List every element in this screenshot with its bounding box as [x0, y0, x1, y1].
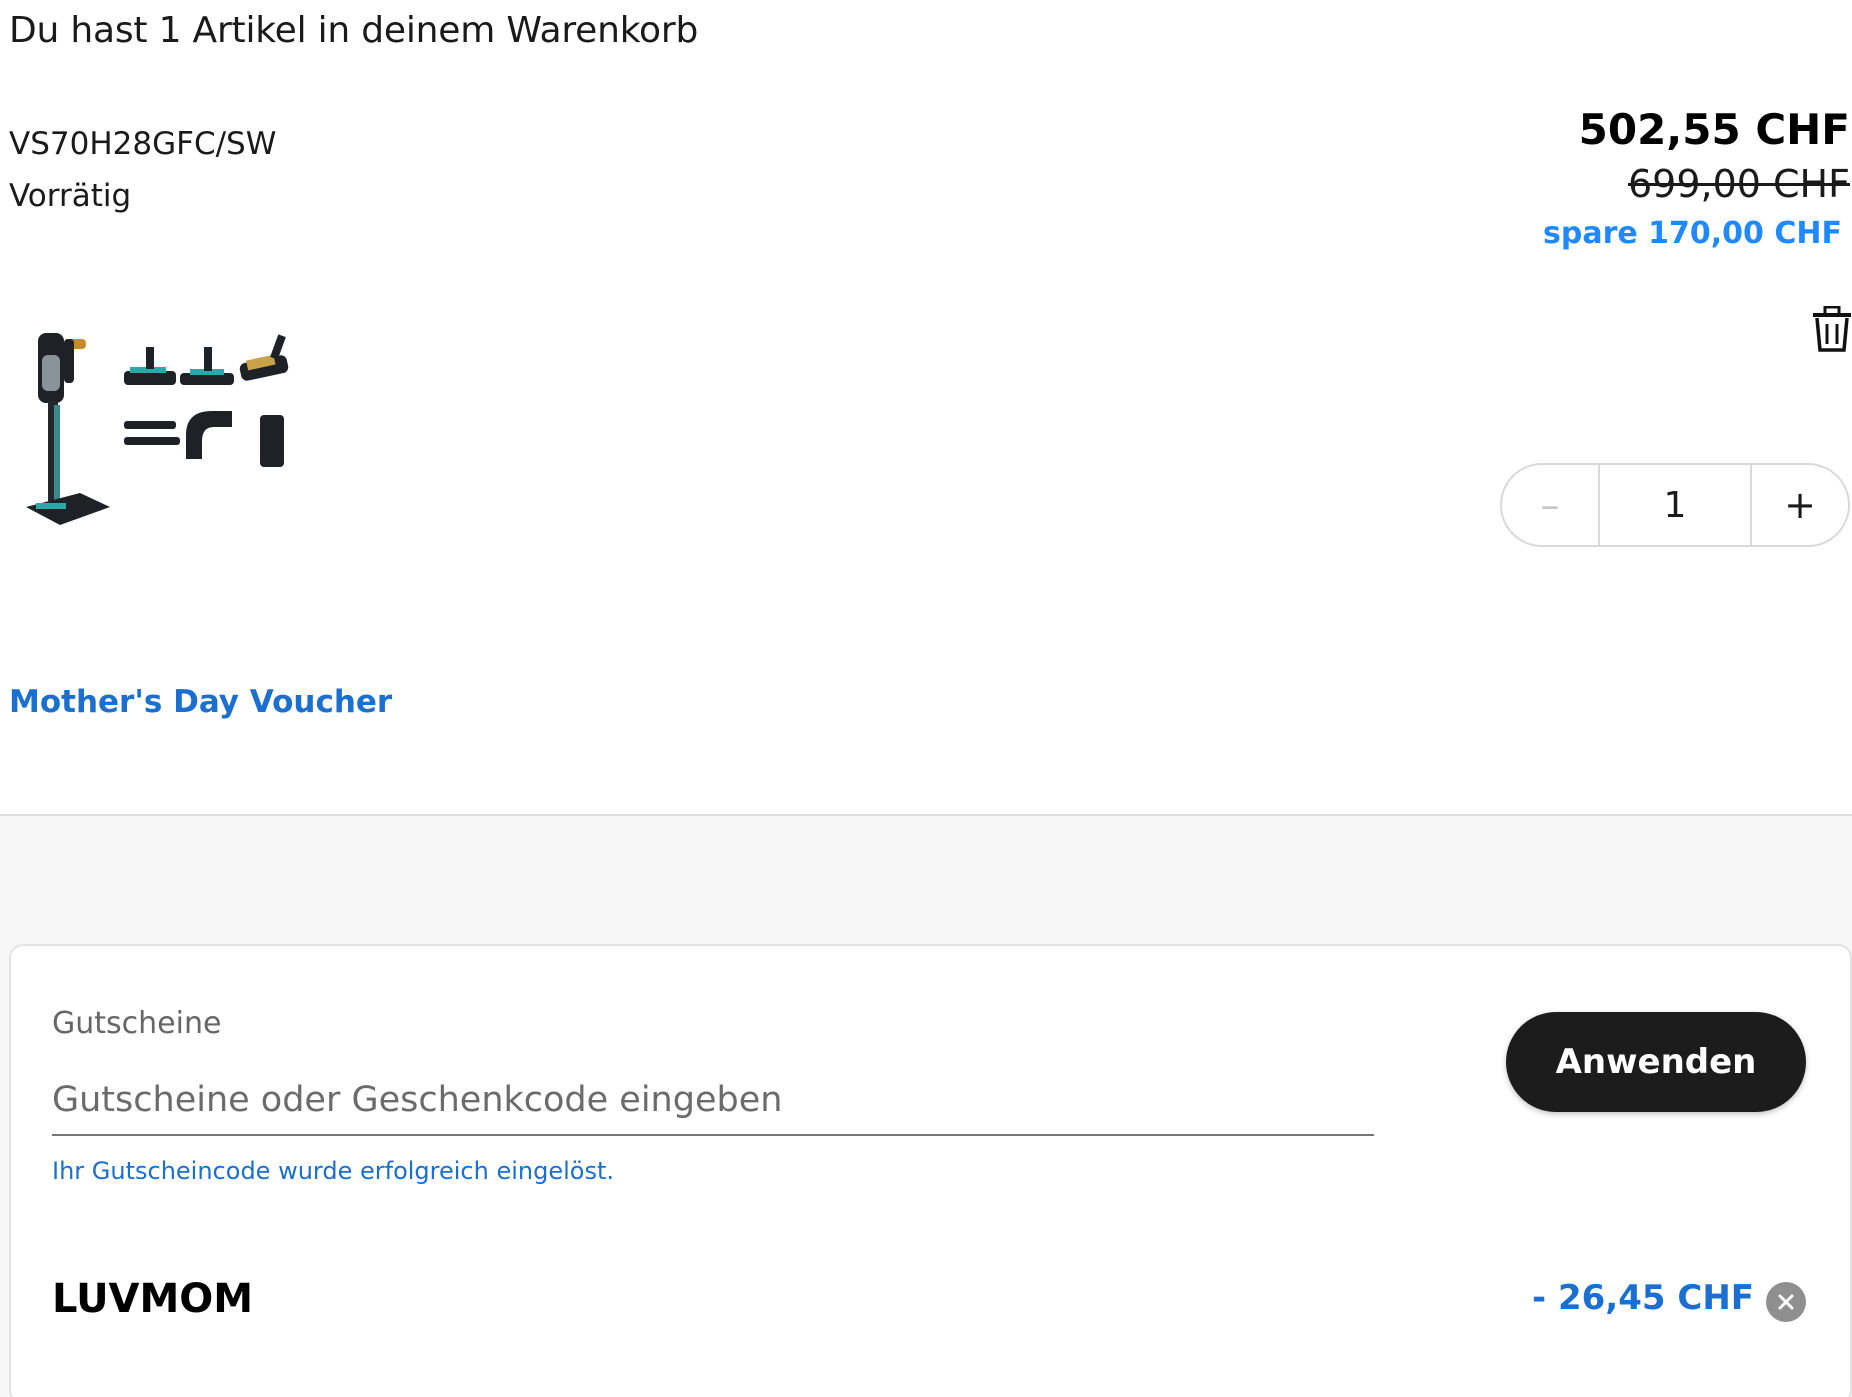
promotion-link[interactable]: Mother's Day Voucher — [9, 684, 392, 720]
cart-title: Du hast 1 Artikel in deinem Warenkorb — [9, 10, 699, 51]
applied-voucher-code: LUVMOM — [52, 1276, 254, 1322]
applied-voucher-discount: - 26,45 CHF — [1532, 1278, 1754, 1318]
cart-page: Du hast 1 Artikel in deinem Warenkorb VS… — [0, 0, 1852, 1397]
voucher-success-message: Ihr Gutscheincode wurde erfolgreich eing… — [52, 1157, 614, 1185]
stock-status: Vorrätig — [9, 178, 132, 214]
decrease-quantity-button[interactable]: – — [1502, 465, 1598, 545]
close-circle-icon[interactable] — [1766, 1282, 1806, 1322]
product-image[interactable] — [20, 325, 310, 545]
quantity-value[interactable]: 1 — [1598, 465, 1752, 545]
current-price: 502,55 CHF — [1578, 105, 1850, 154]
increase-quantity-button[interactable]: + — [1752, 465, 1848, 545]
product-sku: VS70H28GFC/SW — [9, 126, 277, 162]
saving-amount: spare 170,00 CHF — [1543, 216, 1842, 251]
original-price: 699,00 CHF — [1627, 162, 1850, 206]
trash-icon[interactable] — [1812, 305, 1852, 352]
voucher-label: Gutscheine — [52, 1006, 222, 1041]
price-block: 502,55 CHF 699,00 CHF spare 170,00 CHF — [1543, 104, 1850, 256]
apply-voucher-button[interactable]: Anwenden — [1506, 1012, 1806, 1112]
voucher-input[interactable] — [52, 1066, 1374, 1136]
quantity-stepper: – 1 + — [1500, 463, 1850, 547]
